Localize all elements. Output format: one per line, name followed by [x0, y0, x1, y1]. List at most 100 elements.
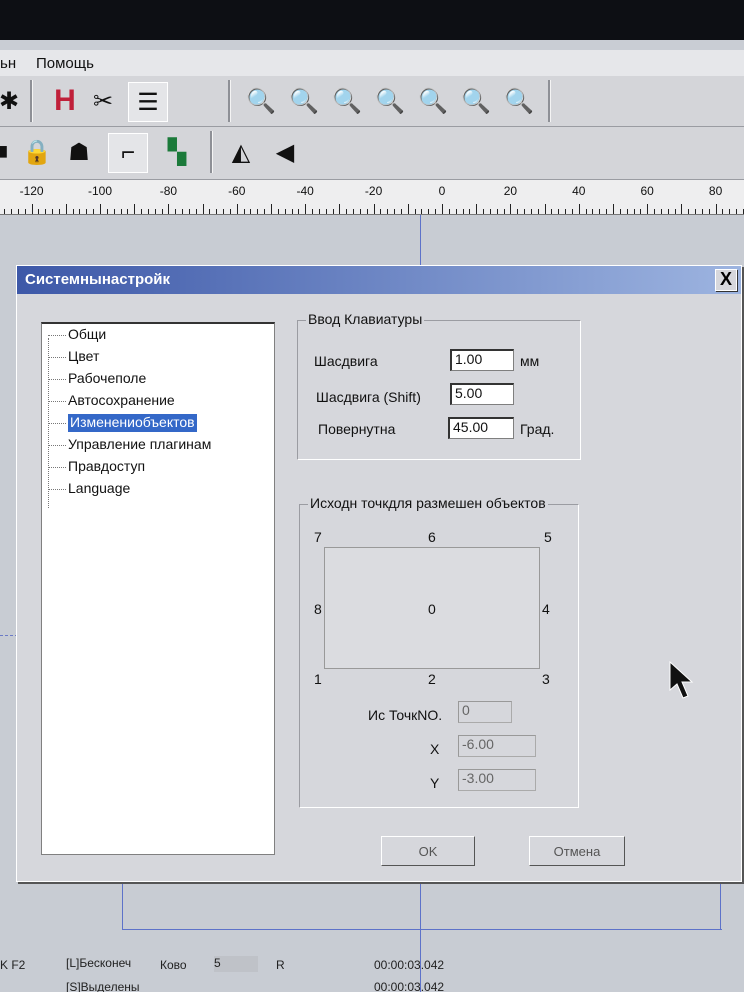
- tree-item-color[interactable]: Цвет: [68, 348, 99, 366]
- zoom-icon[interactable]: 🔍: [242, 82, 280, 120]
- zoom-plus-icon[interactable]: 🔍: [328, 82, 366, 120]
- origin-point-1[interactable]: 1: [314, 671, 322, 687]
- ruler-tick: [373, 204, 375, 214]
- layers-icon[interactable]: ▚: [158, 133, 196, 171]
- menu-item-help[interactable]: Помощь: [36, 55, 94, 72]
- ruler-tick: [216, 209, 218, 214]
- h-tool-icon[interactable]: H: [46, 82, 84, 120]
- ruler-tick: [284, 209, 286, 214]
- toolbar-separator: [30, 80, 33, 122]
- x-field[interactable]: -6.00: [458, 735, 536, 757]
- ruler-tick: [489, 209, 491, 214]
- wrench-tool-icon[interactable]: ✂: [84, 82, 122, 120]
- lock-partial-icon[interactable]: ■: [0, 133, 20, 171]
- ruler-tick: [647, 204, 649, 214]
- ruler-tick: [585, 209, 587, 214]
- ruler-tick: [414, 209, 416, 214]
- origin-group-title: Исходн точкдля размешен объектов: [308, 495, 548, 511]
- close-button[interactable]: X: [715, 269, 737, 291]
- origin-point-group: Исходн точкдля размешен объектов 7 6 5 8…: [299, 495, 579, 808]
- shift-step-shift-field[interactable]: 5.00: [450, 383, 514, 405]
- dialog-title: Системнынастройк: [25, 271, 170, 288]
- tree-item-workspace[interactable]: Рабочеполе: [68, 370, 146, 388]
- ruler-tick: [271, 204, 272, 214]
- cancel-button[interactable]: Отмена: [529, 836, 625, 866]
- ruler-tick: [681, 204, 683, 214]
- tree-item-language[interactable]: Language: [68, 480, 130, 498]
- ruler-tick: [147, 209, 149, 214]
- tree-branch: [48, 423, 66, 424]
- zoom-out-icon[interactable]: 🔍: [371, 82, 409, 120]
- status-unit: R: [276, 958, 285, 972]
- ruler-tick: [715, 204, 717, 214]
- ok-button[interactable]: OK: [381, 836, 475, 866]
- zoom-all-icon[interactable]: 🔍: [500, 82, 538, 120]
- zoom-prev-icon[interactable]: 🔍: [457, 82, 495, 120]
- ruler-label: 60: [640, 184, 654, 198]
- shift-step-shift-label: Шасдвига (Shift): [316, 389, 421, 405]
- menu-item-window[interactable]: ьн: [0, 55, 16, 72]
- ruler-tick: [305, 204, 307, 214]
- status-infinite[interactable]: [L]Бесконеч: [66, 956, 131, 970]
- keyboard-input-group: Ввод Клавиатуры Шасдвига 1.00 мм Шасдвиг…: [297, 311, 581, 460]
- ruler-tick: [428, 209, 430, 214]
- start-point-label: Ис ТочкNO.: [368, 707, 443, 723]
- origin-point-0[interactable]: 0: [428, 601, 436, 617]
- tree-branch: [48, 467, 66, 468]
- origin-point-3[interactable]: 3: [542, 671, 550, 687]
- secondary-toolbar: ■ 🔒 ☗ ⌐ ▚ ◭ ◀: [0, 127, 744, 180]
- mirror-horizontal-icon[interactable]: ◭: [222, 133, 260, 171]
- ruler-tick: [708, 209, 710, 214]
- ruler-tick: [359, 209, 361, 214]
- ruler-tick: [387, 209, 389, 214]
- origin-point-7[interactable]: 7: [314, 529, 322, 545]
- main-toolbar: ✱ H ✂ ☰ 🔍 🔍 🔍 🔍 🔍 🔍 🔍: [0, 76, 744, 127]
- tree-item-general[interactable]: Общи: [68, 326, 106, 344]
- origin-point-4[interactable]: 4: [542, 601, 550, 617]
- tree-item-access[interactable]: Правдоступ: [68, 458, 145, 476]
- guide-line: [122, 929, 722, 930]
- ruler-tick: [86, 209, 88, 214]
- shift-step-field[interactable]: 1.00: [450, 349, 514, 371]
- ruler-tick: [161, 209, 163, 214]
- ruler-tick: [106, 209, 108, 214]
- ruler-tick: [571, 209, 573, 214]
- origin-point-6[interactable]: 6: [428, 529, 436, 545]
- ruler-tick: [79, 209, 81, 214]
- tree-item-autosave[interactable]: Автосохранение: [68, 392, 175, 410]
- rotate-step-field[interactable]: 45.00: [448, 417, 514, 439]
- ruler-tick: [455, 209, 457, 214]
- ruler-label: 20: [503, 184, 518, 198]
- origin-point-5[interactable]: 5: [544, 529, 552, 545]
- ruler-tick: [120, 209, 122, 214]
- ruler-tick: [113, 209, 115, 214]
- y-field[interactable]: -3.00: [458, 769, 536, 791]
- ruler-tick: [442, 204, 443, 214]
- lock-icon[interactable]: 🔒: [18, 133, 56, 171]
- tool-icon[interactable]: ✱: [0, 82, 28, 120]
- ruler-tick: [31, 204, 33, 214]
- zoom-in-icon[interactable]: 🔍: [285, 82, 323, 120]
- grid-origin-icon[interactable]: ⌐: [108, 133, 148, 173]
- tree-branch: [48, 379, 66, 380]
- origin-point-8[interactable]: 8: [314, 601, 322, 617]
- list-tool-icon[interactable]: ☰: [128, 82, 168, 122]
- ruler-tick: [291, 209, 293, 214]
- tree-item-plugins[interactable]: Управление плагинам: [68, 436, 211, 454]
- ruler-tick: [435, 209, 437, 214]
- origin-point-2[interactable]: 2: [428, 671, 436, 687]
- ruler-label: -60: [228, 184, 246, 198]
- status-selected[interactable]: [S]Выделены: [66, 980, 140, 992]
- menu-bar: ьн Помощь: [0, 50, 744, 76]
- lock-filled-icon[interactable]: ☗: [60, 133, 98, 171]
- tree-branch: [48, 401, 66, 402]
- status-count[interactable]: 5: [214, 956, 258, 972]
- ruler-label: -40: [296, 184, 314, 198]
- mirror-vertical-icon[interactable]: ◀: [266, 133, 304, 171]
- ruler-label: 0: [438, 184, 446, 198]
- tree-item-object-modify[interactable]: Изменениобъектов: [68, 414, 197, 432]
- ruler-tick: [236, 204, 238, 214]
- start-point-field[interactable]: 0: [458, 701, 512, 723]
- zoom-fit-icon[interactable]: 🔍: [414, 82, 452, 120]
- dialog-title-bar: Системнынастройк X: [17, 266, 741, 294]
